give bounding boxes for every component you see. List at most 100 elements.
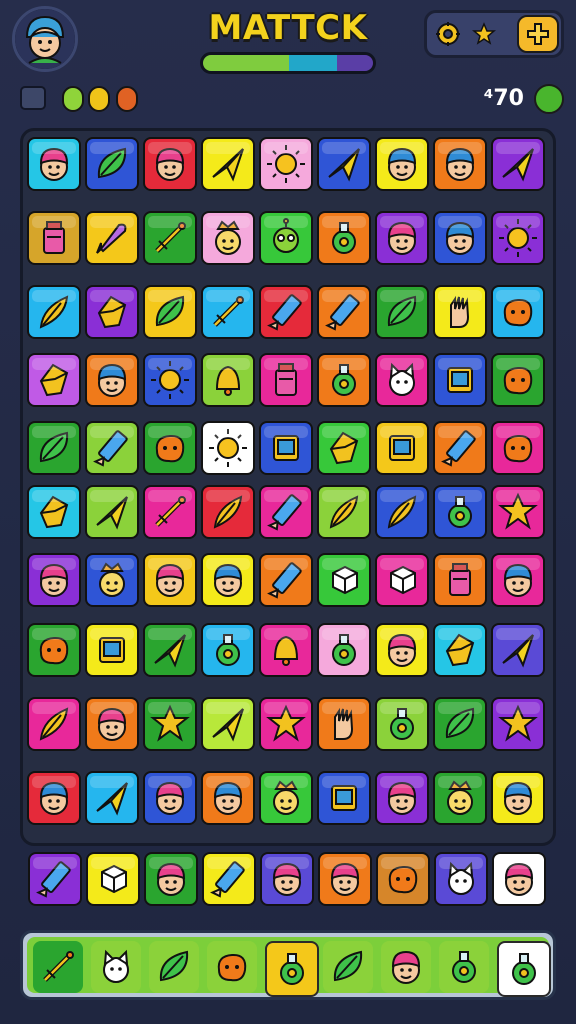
tile-sun-icon[interactable] [201, 421, 255, 475]
tile-face-pink-icon[interactable] [375, 771, 429, 825]
tile-blob-icon[interactable] [376, 852, 430, 906]
tile-blob-icon[interactable] [491, 353, 545, 407]
tile-leaf-icon[interactable] [433, 697, 487, 751]
tile-star-icon[interactable] [491, 485, 545, 539]
tile-cat-icon[interactable] [375, 353, 429, 407]
tile-cat-icon[interactable] [434, 852, 488, 906]
tile-crayon-icon[interactable] [28, 852, 82, 906]
tile-rocket-icon[interactable] [85, 211, 139, 265]
tile-gem-icon[interactable] [85, 285, 139, 339]
tile-sun-icon[interactable] [143, 353, 197, 407]
tile-face-pink-icon[interactable] [260, 852, 314, 906]
tile-face-crown-icon[interactable] [85, 553, 139, 607]
tile-crayon-icon[interactable] [259, 553, 313, 607]
tile-face-blue-icon[interactable] [491, 771, 545, 825]
tile-star-icon[interactable] [259, 697, 313, 751]
tile-face-pink-icon[interactable] [375, 623, 429, 677]
tile-star-icon[interactable] [143, 697, 197, 751]
tile-face-pink-icon[interactable] [85, 697, 139, 751]
tile-face-pink-icon[interactable] [492, 852, 546, 906]
tray-slot-potion-icon[interactable] [497, 941, 551, 997]
tile-jar-icon[interactable] [27, 211, 81, 265]
tile-crayon-icon[interactable] [259, 485, 313, 539]
score-info-button[interactable] [534, 84, 564, 114]
tile-book-icon[interactable] [85, 623, 139, 677]
tile-leaf-icon[interactable] [375, 285, 429, 339]
tile-plane-icon[interactable] [85, 485, 139, 539]
tile-crayon-icon[interactable] [259, 285, 313, 339]
tile-sword-icon[interactable] [143, 485, 197, 539]
tile-plane-icon[interactable] [491, 623, 545, 677]
tile-feather-icon[interactable] [27, 697, 81, 751]
tray-slot-cat-icon[interactable] [91, 941, 141, 993]
tile-star-icon[interactable] [491, 697, 545, 751]
tile-cube-icon[interactable] [375, 553, 429, 607]
tray-slot-face-pink-icon[interactable] [381, 941, 431, 993]
star-icon[interactable] [467, 17, 501, 51]
tile-leaf-icon[interactable] [85, 137, 139, 191]
tile-face-blue-icon[interactable] [27, 771, 81, 825]
tray-slot-blob-icon[interactable] [207, 941, 257, 993]
tile-plane-icon[interactable] [85, 771, 139, 825]
tile-potion-icon[interactable] [317, 211, 371, 265]
tile-crayon-icon[interactable] [85, 421, 139, 475]
tile-leaf-icon[interactable] [27, 421, 81, 475]
tile-feather-icon[interactable] [27, 285, 81, 339]
gear-icon[interactable] [431, 17, 465, 51]
plus-button[interactable] [517, 15, 559, 53]
tile-face-pink-icon[interactable] [27, 137, 81, 191]
tile-face-pink-icon[interactable] [318, 852, 372, 906]
tray-slot-potion-icon[interactable] [265, 941, 319, 997]
menu-icon[interactable] [20, 86, 46, 110]
tile-crayon-icon[interactable] [317, 285, 371, 339]
tile-potion-icon[interactable] [375, 697, 429, 751]
tile-face-crown-icon[interactable] [201, 211, 255, 265]
tray-slot-sword-icon[interactable] [33, 941, 83, 993]
tile-plane-icon[interactable] [201, 137, 255, 191]
tile-cube-icon[interactable] [86, 852, 140, 906]
tile-potion-icon[interactable] [317, 353, 371, 407]
tile-sword-icon[interactable] [201, 285, 255, 339]
tile-face-pink-icon[interactable] [144, 852, 198, 906]
tile-face-blue-icon[interactable] [201, 553, 255, 607]
tile-bell-icon[interactable] [201, 353, 255, 407]
tray-slot-leaf-icon[interactable] [149, 941, 199, 993]
tile-potion-icon[interactable] [317, 623, 371, 677]
tile-face-crown-icon[interactable] [433, 771, 487, 825]
tile-jar-icon[interactable] [259, 353, 313, 407]
tile-face-pink-icon[interactable] [143, 137, 197, 191]
tile-crayon-icon[interactable] [202, 852, 256, 906]
tile-face-pink-icon[interactable] [375, 211, 429, 265]
tile-gem-icon[interactable] [27, 485, 81, 539]
tile-plane-icon[interactable] [143, 623, 197, 677]
tile-face-pink-icon[interactable] [143, 771, 197, 825]
tile-plane-icon[interactable] [317, 137, 371, 191]
tile-crayon-icon[interactable] [433, 421, 487, 475]
tile-face-blue-icon[interactable] [491, 553, 545, 607]
tray-slot-leaf-icon[interactable] [323, 941, 373, 993]
tile-book-icon[interactable] [375, 421, 429, 475]
tile-potion-icon[interactable] [433, 485, 487, 539]
tile-jar-icon[interactable] [433, 553, 487, 607]
tile-plane-icon[interactable] [491, 137, 545, 191]
tile-leaf-icon[interactable] [143, 285, 197, 339]
tile-glove-icon[interactable] [317, 697, 371, 751]
tile-face-pink-icon[interactable] [27, 553, 81, 607]
tile-gem-icon[interactable] [317, 421, 371, 475]
tile-cube-icon[interactable] [317, 553, 371, 607]
tile-book-icon[interactable] [259, 421, 313, 475]
tile-feather-icon[interactable] [375, 485, 429, 539]
tile-alien-icon[interactable] [259, 211, 313, 265]
tile-face-blue-icon[interactable] [433, 211, 487, 265]
tile-sun-icon[interactable] [259, 137, 313, 191]
tile-sword-icon[interactable] [143, 211, 197, 265]
tile-bell-icon[interactable] [259, 623, 313, 677]
tile-face-blue-icon[interactable] [375, 137, 429, 191]
tile-face-blue-icon[interactable] [85, 353, 139, 407]
tile-book-icon[interactable] [433, 353, 487, 407]
player-avatar-icon[interactable] [12, 6, 78, 72]
tile-blob-icon[interactable] [143, 421, 197, 475]
tray-slot-potion-icon[interactable] [439, 941, 489, 993]
tile-gem-icon[interactable] [27, 353, 81, 407]
tile-blob-icon[interactable] [27, 623, 81, 677]
